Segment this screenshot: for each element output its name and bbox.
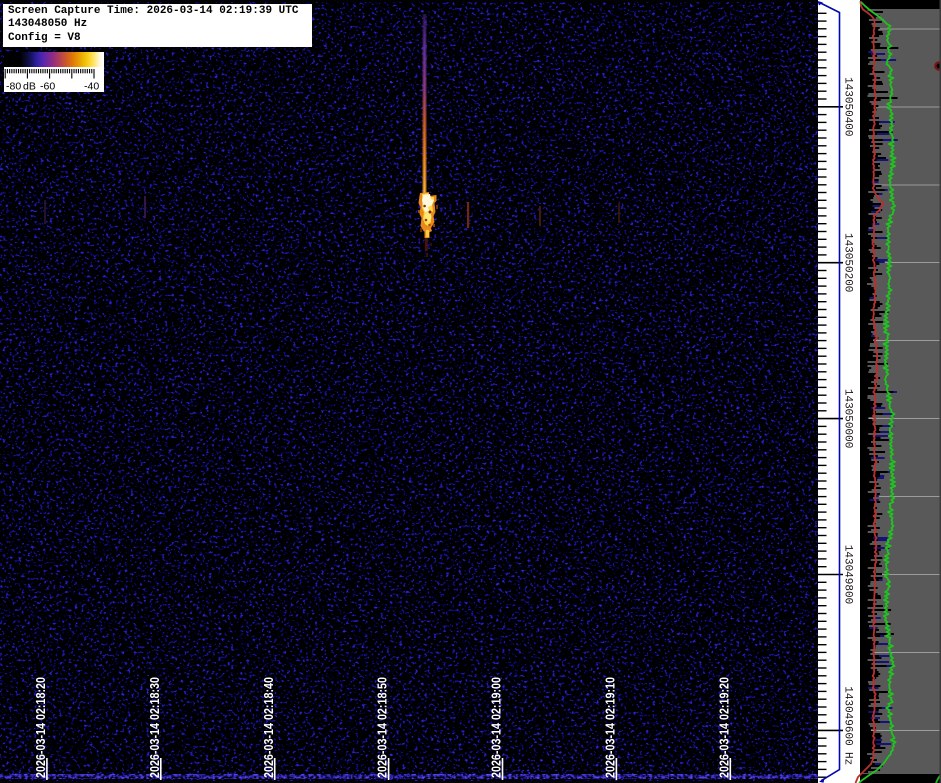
svg-text:Hz: Hz	[842, 752, 854, 765]
svg-text:2026-03-14 02:19:10: 2026-03-14 02:19:10	[604, 677, 618, 778]
svg-text:143049800: 143049800	[842, 545, 854, 604]
svg-text:-60: -60	[40, 81, 55, 93]
svg-text:2026-03-14 02:18:40: 2026-03-14 02:18:40	[262, 677, 276, 778]
svg-text:143050200: 143050200	[842, 233, 854, 292]
svg-text:143050000: 143050000	[842, 389, 854, 448]
svg-text:dB: dB	[23, 81, 36, 93]
svg-text:2026-03-14 02:19:00: 2026-03-14 02:19:00	[490, 677, 504, 778]
svg-text:143050400: 143050400	[842, 77, 854, 136]
svg-text:2026-03-14 02:18:30: 2026-03-14 02:18:30	[148, 677, 162, 778]
svg-text:143049600: 143049600	[842, 686, 854, 745]
svg-text:2026-03-14 02:18:20: 2026-03-14 02:18:20	[34, 677, 48, 778]
svg-text:-40: -40	[84, 81, 99, 93]
svg-text:2026-03-14 02:18:50: 2026-03-14 02:18:50	[376, 677, 390, 778]
svg-text:-80: -80	[6, 81, 21, 93]
svg-text:2026-03-14 02:19:20: 2026-03-14 02:19:20	[717, 677, 731, 778]
